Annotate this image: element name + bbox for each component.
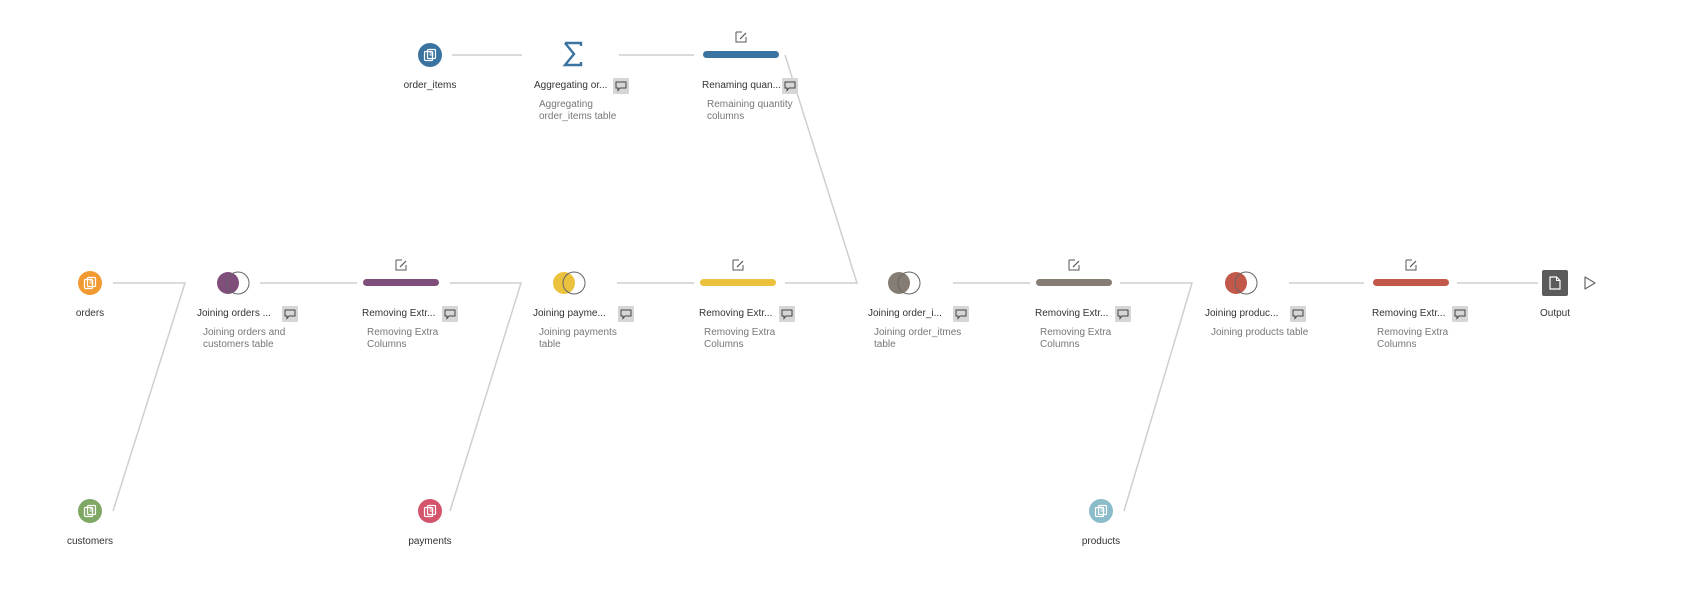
node-label[interactable]: order_items [380, 80, 480, 91]
comment-icon [1292, 309, 1304, 320]
comment-icon [284, 309, 296, 320]
edit-icon [735, 31, 747, 43]
database-glyph [423, 504, 437, 518]
step-description: Removing Extra Columns [367, 327, 439, 350]
step-description: Remaining quantity columns [707, 99, 793, 122]
step-description: Removing Extra Columns [1377, 327, 1449, 350]
comment-button[interactable] [442, 306, 458, 322]
comment-button[interactable] [613, 78, 629, 94]
edit-icon [1405, 259, 1417, 271]
output-file-icon[interactable] [1542, 270, 1568, 296]
data-source-icon[interactable] [418, 499, 442, 523]
comment-button[interactable] [782, 78, 798, 94]
comment-icon [784, 81, 796, 92]
edit-icon [395, 259, 407, 271]
step-description: Joining order_itmes table [874, 327, 962, 350]
clean-step-icon[interactable] [1036, 279, 1112, 286]
edit-icon [732, 259, 744, 271]
step-description: Removing Extra Columns [704, 327, 776, 350]
play-icon[interactable] [1583, 275, 1597, 291]
node-label[interactable]: Joining orders ... [197, 308, 295, 319]
database-glyph [1094, 504, 1108, 518]
node-label[interactable]: Joining produc... [1205, 308, 1303, 319]
step-description: Aggregating order_items table [539, 99, 617, 122]
data-source-icon[interactable] [418, 43, 442, 67]
database-glyph [83, 504, 97, 518]
sigma-icon[interactable] [561, 39, 585, 69]
node-label[interactable]: customers [40, 536, 140, 547]
comment-button[interactable] [1452, 306, 1468, 322]
node-label[interactable]: orders [40, 308, 140, 319]
join-icon[interactable] [885, 270, 925, 296]
comment-button[interactable] [1290, 306, 1306, 322]
step-description: Joining orders and customers table [203, 327, 286, 350]
join-icon[interactable] [214, 270, 254, 296]
node-label[interactable]: Output [1505, 308, 1605, 319]
file-icon [1549, 276, 1561, 290]
clean-step-icon[interactable] [700, 279, 776, 286]
comment-icon [620, 309, 632, 320]
comment-icon [1454, 309, 1466, 320]
node-label[interactable]: Joining payme... [533, 308, 631, 319]
clean-step-icon[interactable] [703, 51, 779, 58]
database-glyph [423, 48, 437, 62]
comment-icon [1117, 309, 1129, 320]
clean-step-icon[interactable] [363, 279, 439, 286]
node-label[interactable]: Joining order_i... [868, 308, 966, 319]
comment-icon [615, 81, 627, 92]
comment-icon [781, 309, 793, 320]
comment-button[interactable] [282, 306, 298, 322]
join-icon[interactable] [1222, 270, 1262, 296]
step-description: Joining products table [1211, 327, 1309, 338]
comment-button[interactable] [1115, 306, 1131, 322]
step-description: Removing Extra Columns [1040, 327, 1112, 350]
flow-canvas[interactable]: order_items Aggregating or... Aggregatin… [0, 0, 1685, 592]
join-icon[interactable] [550, 270, 590, 296]
node-label[interactable]: payments [380, 536, 480, 547]
clean-step-icon[interactable] [1373, 279, 1449, 286]
comment-button[interactable] [618, 306, 634, 322]
data-source-icon[interactable] [78, 499, 102, 523]
data-source-icon[interactable] [1089, 499, 1113, 523]
flow-connections [112, 54, 1538, 512]
comment-icon [955, 309, 967, 320]
data-source-icon[interactable] [78, 271, 102, 295]
database-glyph [83, 276, 97, 290]
node-label[interactable]: products [1051, 536, 1151, 547]
comment-icon [444, 309, 456, 320]
connection-line [449, 282, 523, 512]
comment-button[interactable] [953, 306, 969, 322]
edit-icon [1068, 259, 1080, 271]
comment-button[interactable] [779, 306, 795, 322]
step-description: Joining payments table [539, 327, 617, 350]
